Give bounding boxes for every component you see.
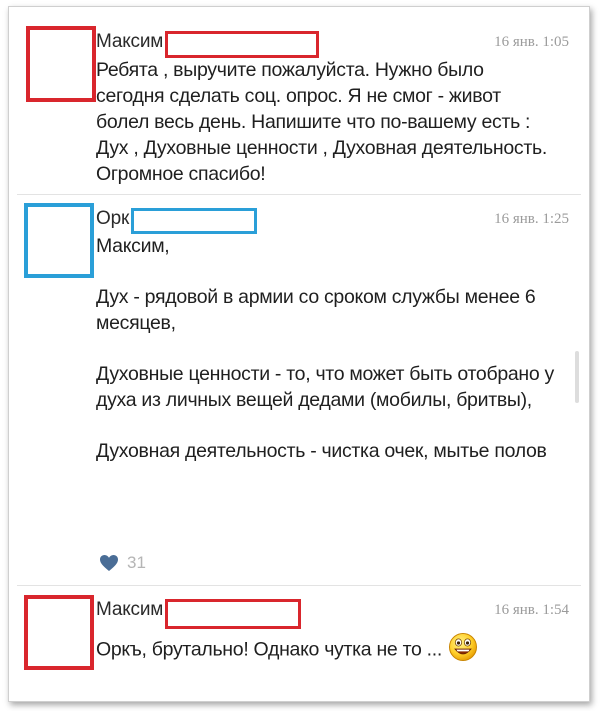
author-name[interactable]: Орк: [96, 208, 129, 230]
comment-text: Максим, Дух - рядовой в армии со сроком …: [96, 233, 566, 464]
comment-time: 16 янв. 1:54: [494, 602, 569, 618]
grinning-face-icon: [448, 632, 478, 669]
author-name[interactable]: Максим: [96, 31, 163, 53]
scrollbar[interactable]: [575, 351, 579, 403]
comment-text-body: Оркъ, брутально! Однако чутка не то ...: [96, 638, 443, 661]
comment-text: Ребята , выручите пожалуйста. Нужно было…: [96, 59, 547, 185]
comment-2: Орк 16 янв. 1:25 Максим, Дух - рядовой в…: [9, 195, 589, 585]
paragraph: Духовные ценности - то, что может быть о…: [96, 363, 555, 411]
redacted-name-box: [165, 31, 320, 58]
paragraph: Дух - рядовой в армии со сроком службы м…: [96, 286, 536, 334]
comment-1: Максим 16 янв. 1:05 Ребята , выручите по…: [9, 7, 589, 194]
comment-3: Максим 16 янв. 1:54 Оркъ, брутально! Одн…: [9, 586, 589, 701]
redacted-name-box: [165, 599, 302, 629]
like-count: 31: [127, 553, 146, 572]
redacted-name-box: [131, 208, 258, 234]
paragraph: Максим,: [96, 235, 170, 257]
avatar[interactable]: [24, 203, 94, 278]
heart-icon: [100, 555, 118, 571]
comment-text: Оркъ, брутально! Однако чутка не то ...: [96, 632, 576, 669]
comment-time: 16 янв. 1:05: [494, 34, 569, 50]
avatar[interactable]: [24, 595, 94, 670]
like-button[interactable]: 31: [99, 553, 146, 573]
avatar[interactable]: [26, 26, 96, 102]
comment-time: 16 янв. 1:25: [494, 211, 569, 227]
paragraph: Духовная деятельность - чистка очек, мыт…: [96, 440, 547, 462]
comments-thread: Максим 16 янв. 1:05 Ребята , выручите по…: [8, 6, 590, 702]
author-name[interactable]: Максим: [96, 599, 163, 621]
